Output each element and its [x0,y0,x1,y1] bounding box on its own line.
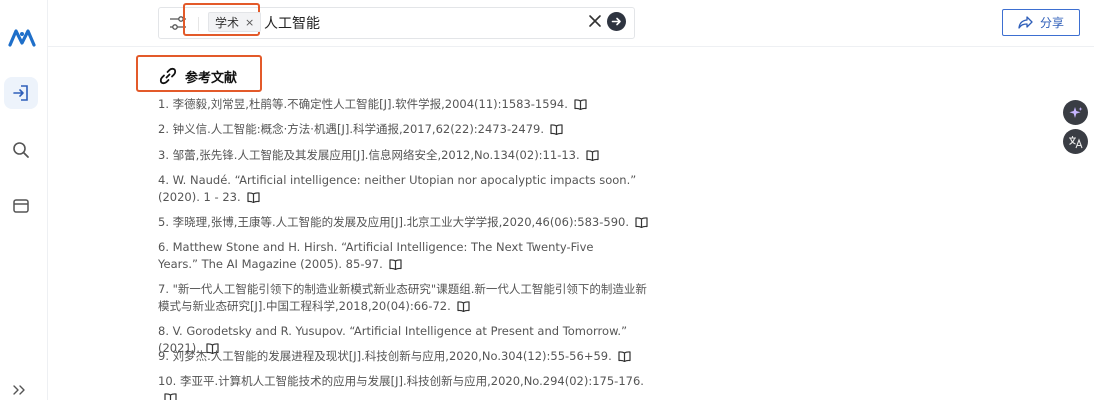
reference-text[interactable]: 3. 邹蕾,张先锋.人工智能及其发展应用[J].信息网络安全,2012,No.1… [158,148,580,162]
search-input[interactable]: 人工智能 [264,13,320,33]
app-logo[interactable] [8,26,36,48]
open-book-icon[interactable] [574,99,587,110]
share-label: 分享 [1039,16,1064,30]
reference-item: 1. 李德毅,刘常昱,杜鹃等.不确定性人工智能[J].软件学报,2004(11)… [158,96,658,113]
sign-in-icon [13,85,28,101]
ai-assistant-button[interactable] [1063,100,1088,125]
translate-icon [1069,135,1083,148]
reference-item: 3. 邹蕾,张先锋.人工智能及其发展应用[J].信息网络安全,2012,No.1… [158,147,658,164]
link-icon [159,67,177,85]
reference-item: 9. 刘梦杰.人工智能的发展进程及现状[J].科技创新与应用,2020,No.3… [158,348,658,365]
search-submit-button[interactable] [607,12,626,31]
header-divider [48,46,1094,47]
reference-item: 10. 李亚平.计算机人工智能技术的应用与发展[J].科技创新与应用,2020,… [158,373,658,400]
arrow-right-icon [611,17,621,26]
reference-text[interactable]: 7. "新一代人工智能引领下的制造业新模式新业态研究"课题组.新一代人工智能引领… [158,282,647,313]
open-book-icon[interactable] [635,217,648,228]
references-heading-box: 参考文献 [136,55,262,92]
close-icon[interactable] [588,14,602,28]
search-icon [13,142,29,158]
share-arrow-icon [1018,16,1033,29]
nav-panel-button[interactable] [4,190,38,222]
reference-text[interactable]: 1. 李德毅,刘常昱,杜鹃等.不确定性人工智能[J].软件学报,2004(11)… [158,97,568,111]
open-book-icon[interactable] [389,259,402,270]
open-book-icon[interactable] [457,301,470,312]
nav-search-button[interactable] [4,134,38,166]
reference-item: 4. W. Naudé. “Artificial intelligence: n… [158,172,653,206]
open-book-icon[interactable] [550,124,563,135]
nav-login-button[interactable] [4,77,38,109]
open-book-icon[interactable] [618,351,631,362]
left-rail [0,0,48,400]
open-book-icon[interactable] [247,192,260,203]
reference-text[interactable]: 5. 李晓理,张博,王康等.人工智能的发展及应用[J].北京工业大学学报,202… [158,215,629,229]
reference-text[interactable]: 10. 李亚平.计算机人工智能技术的应用与发展[J].科技创新与应用,2020,… [158,374,644,388]
chevrons-right-icon[interactable] [12,384,28,396]
reference-item: 6. Matthew Stone and H. Hirsh. “Artifici… [158,239,628,273]
reference-text[interactable]: 4. W. Naudé. “Artificial intelligence: n… [158,173,636,204]
chip-remove-icon[interactable]: × [245,16,254,29]
filter-chip-academic[interactable]: 学术 × [208,12,262,32]
chip-label: 学术 [215,15,240,30]
open-book-icon[interactable] [164,393,177,400]
translate-button[interactable] [1063,129,1088,154]
reference-item: 2. 钟义信.人工智能:概念·方法·机遇[J].科学通报,2017,62(22)… [158,121,658,138]
window-icon [13,199,29,213]
open-book-icon[interactable] [586,150,599,161]
reference-item: 5. 李晓理,张博,王康等.人工智能的发展及应用[J].北京工业大学学报,202… [158,214,658,231]
reference-text[interactable]: 6. Matthew Stone and H. Hirsh. “Artifici… [158,240,593,271]
reference-text[interactable]: 2. 钟义信.人工智能:概念·方法·机遇[J].科学通报,2017,62(22)… [158,122,544,136]
reference-text[interactable]: 9. 刘梦杰.人工智能的发展进程及现状[J].科技创新与应用,2020,No.3… [158,349,612,363]
references-title: 参考文献 [185,71,238,86]
sparkle-icon [1069,106,1082,118]
share-button[interactable]: 分享 [1002,9,1080,36]
reference-item: 7. "新一代人工智能引领下的制造业新模式新业态研究"课题组.新一代人工智能引领… [158,281,656,315]
